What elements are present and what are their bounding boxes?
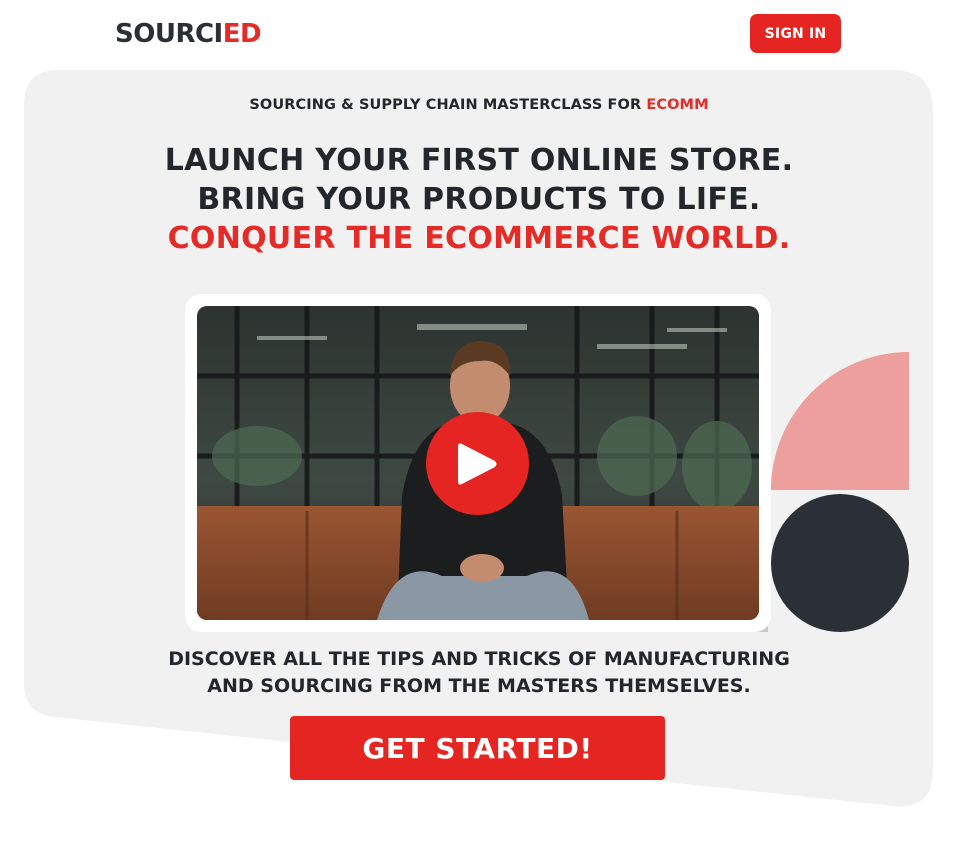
logo-text-primary: SOURCI [115, 19, 223, 49]
headline-line-1: LAUNCH YOUR FIRST ONLINE STORE. [164, 143, 794, 178]
sourced-logo[interactable]: SOURCI ED [115, 17, 262, 51]
headline-line-2: BRING YOUR PRODUCTS TO LIFE. [197, 182, 761, 217]
play-icon [457, 442, 496, 485]
eyebrow-text: SOURCING & SUPPLY CHAIN MASTERCLASS FOR [249, 97, 647, 113]
subtext-line-2: AND SOURCING FROM THE MASTERS THEMSELVES… [207, 675, 751, 697]
eyebrow-accent: ECOMM [646, 97, 709, 113]
get-started-button[interactable]: GET STARTED! [290, 716, 665, 780]
logo-text-accent: ED [222, 19, 262, 49]
play-button[interactable] [426, 412, 529, 515]
subtext-line-1: DISCOVER ALL THE TIPS AND TRICKS OF MANU… [168, 648, 790, 670]
decor-dark-circle [771, 494, 909, 632]
masterclass-eyebrow: SOURCING & SUPPLY CHAIN MASTERCLASS FOR … [0, 97, 958, 113]
sign-in-button[interactable]: SIGN IN [750, 14, 841, 53]
headline-line-3: CONQUER THE ECOMMERCE WORLD. [167, 221, 791, 256]
